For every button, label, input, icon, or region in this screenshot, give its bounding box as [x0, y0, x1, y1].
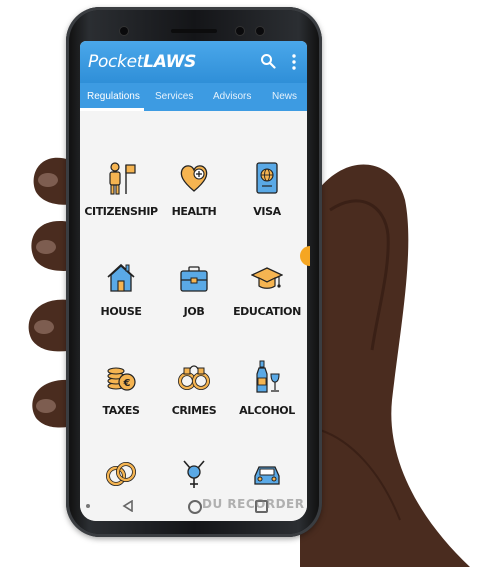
tab-advisors[interactable]: Advisors	[213, 83, 251, 111]
sensor-icon-2	[256, 27, 264, 35]
tab-news[interactable]: News	[272, 83, 297, 111]
back-icon[interactable]	[122, 500, 134, 512]
passport-icon	[256, 162, 278, 194]
category-label: CRIMES	[171, 404, 217, 417]
category-crimes[interactable]: CRIMES	[156, 360, 232, 450]
logo-part2: LAWS	[143, 52, 197, 72]
category-taxes[interactable]: € TAXES	[83, 360, 159, 450]
category-house[interactable]: HOUSE	[83, 261, 159, 351]
category-health[interactable]: HEALTH	[156, 161, 232, 251]
tab-regulations[interactable]: Regulations	[87, 83, 140, 111]
earpiece-speaker	[171, 29, 217, 33]
category-label: VISA	[253, 205, 281, 218]
category-citizenship[interactable]: CITIZENSHIP	[83, 161, 159, 251]
search-icon[interactable]	[260, 53, 276, 69]
house-icon	[107, 263, 135, 292]
watermark: DU RECORDER	[202, 497, 305, 511]
tab-bar: Regulations Services Advisors News	[80, 83, 307, 111]
handcuffs-icon	[178, 365, 210, 390]
coins-icon: €	[107, 367, 136, 391]
gender-icon	[183, 460, 205, 488]
app-bar: PocketLAWS	[80, 41, 307, 83]
category-visa[interactable]: VISA	[229, 161, 305, 251]
rings-icon	[106, 462, 136, 486]
logo-part1: Pocket	[88, 52, 144, 72]
svg-text:€: €	[123, 378, 131, 389]
category-label: TAXES	[102, 404, 140, 417]
phone-screen: PocketLAWS Regulations Services Advisors…	[80, 41, 307, 521]
tab-services[interactable]: Services	[155, 83, 193, 111]
scene: PocketLAWS Regulations Services Advisors…	[0, 0, 482, 567]
system-nav-bar: DU RECORDER	[80, 491, 307, 521]
category-label: CITIZENSHIP	[84, 205, 158, 218]
category-job[interactable]: JOB	[156, 261, 232, 351]
front-camera-icon	[120, 27, 128, 35]
category-label: HOUSE	[100, 305, 142, 318]
category-grid: CITIZENSHIP HEALTH VISA HOUSE JOB EDUCAT…	[80, 111, 307, 491]
nav-dot-icon	[86, 504, 90, 508]
app-logo: PocketLAWS	[88, 52, 196, 72]
graduation-cap-icon	[251, 267, 283, 289]
health-icon	[180, 165, 208, 192]
car-icon	[254, 466, 280, 485]
category-education[interactable]: EDUCATION	[229, 261, 305, 351]
wine-bottle-icon	[256, 360, 280, 393]
category-label: ALCOHOL	[239, 404, 295, 417]
category-label: HEALTH	[171, 205, 217, 218]
home-icon[interactable]	[188, 500, 202, 514]
sensor-icon	[236, 27, 244, 35]
category-alcohol[interactable]: ALCOHOL	[229, 360, 305, 450]
briefcase-icon	[180, 266, 208, 292]
category-label: JOB	[183, 305, 205, 318]
category-label: EDUCATION	[233, 305, 301, 318]
citizenship-icon	[109, 162, 136, 195]
overflow-menu-icon[interactable]	[291, 53, 297, 71]
